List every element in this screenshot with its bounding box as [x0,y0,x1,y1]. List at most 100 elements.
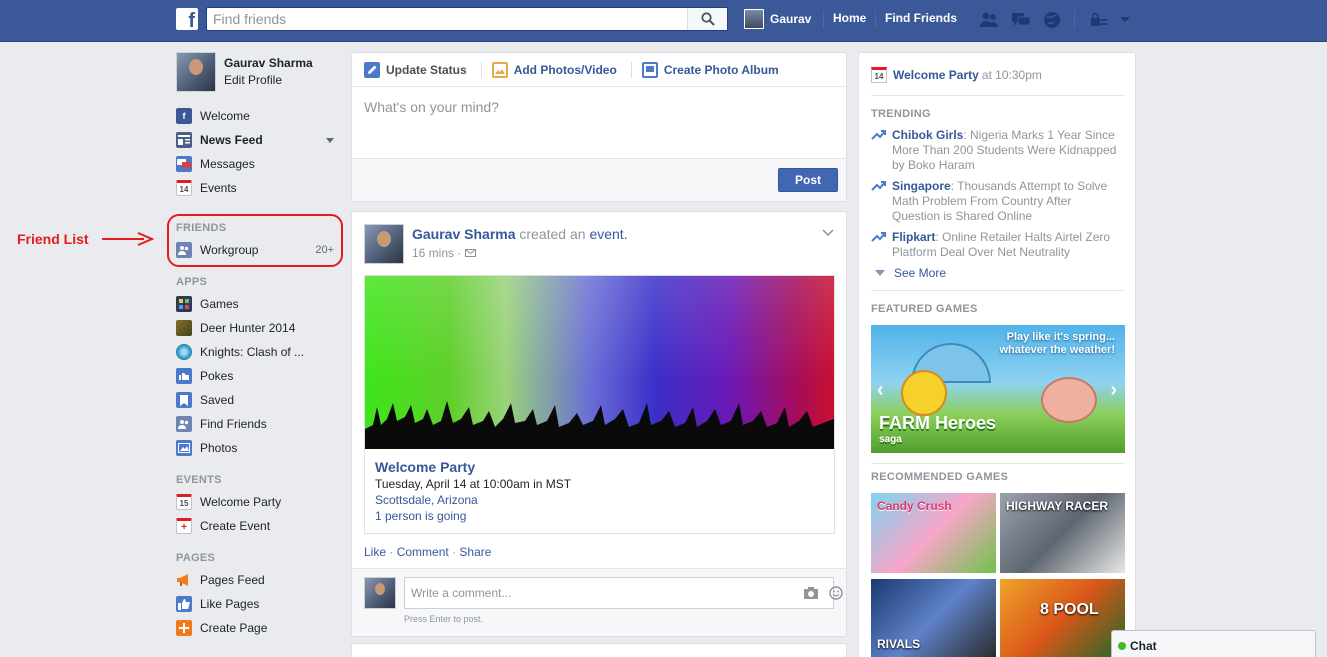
right-column: 14 Welcome Party at 10:30pm TRENDING Chi… [858,52,1136,657]
camera-icon[interactable] [803,586,819,600]
featured-game-banner[interactable]: Play like it's spring... whatever the we… [871,325,1125,453]
nav-item-label: Pages Feed [200,573,265,587]
caret-down-icon[interactable] [326,137,334,143]
divider [871,95,1125,96]
nav-item-create-event[interactable]: + Create Event [176,516,340,536]
news-feed-icon [176,132,192,148]
messages-icon[interactable] [1011,10,1031,30]
commenter-avatar [364,577,396,609]
trending-icon [871,181,886,191]
nav-item-label: Pokes [200,369,234,383]
author-avatar[interactable] [364,224,404,264]
trending-topic[interactable]: Chibok Girls [892,128,963,142]
upcoming-event-name[interactable]: Welcome Party [893,68,979,82]
nav-item-find-friends[interactable]: Find Friends [176,414,340,434]
facebook-icon: f [176,108,192,124]
chevron-down-icon[interactable] [1115,10,1135,30]
emoji-icon[interactable] [829,586,843,600]
profile-picture[interactable] [176,52,216,92]
event-location-link[interactable]: Scottsdale, Arizona [375,493,824,507]
story-timestamp[interactable]: 16 mins · [412,246,628,260]
nav-item-label: Welcome Party [200,495,282,509]
nav-item-like-pages[interactable]: Like Pages [176,594,340,614]
comment-box [404,577,843,609]
trending-topic[interactable]: Flipkart [892,230,935,244]
nav-item-pokes[interactable]: Pokes [176,366,340,386]
like-link[interactable]: Like [364,545,386,559]
see-more-link[interactable]: See More [871,266,946,280]
separator-dot: · [452,545,457,559]
nav-item-events[interactable]: 14 Events [176,178,340,198]
comment-input[interactable] [405,578,765,608]
search-icon [700,12,715,26]
comment-area: Press Enter to post. [352,568,846,636]
chat-bar[interactable]: Chat [1111,630,1316,657]
game-tile-8-ball-pool[interactable]: 8 POOL [1000,579,1125,657]
nav-item-welcome-party[interactable]: 15 Welcome Party [176,492,340,512]
home-link[interactable]: Home [833,11,866,25]
nav-item-knights[interactable]: Knights: Clash of ... [176,342,340,362]
game-tile-candy-crush[interactable]: Candy Crush [871,493,996,573]
trending-item[interactable]: Flipkart: Online Retailer Halts Airtel Z… [871,230,1121,260]
story-options-chevron-icon[interactable] [822,226,834,240]
event-cover-image[interactable] [365,276,834,449]
game-tile-title: HIGHWAY RACER [1006,499,1109,513]
notifications-globe-icon[interactable] [1042,10,1062,30]
nav-item-news-feed[interactable]: News Feed [176,130,340,150]
story-time-text: 16 mins · [412,246,462,260]
game-tile-title: RIVALS [877,637,921,651]
nav-item-games[interactable]: Games [176,294,340,314]
game-tile-rivals[interactable]: RIVALS [871,579,996,657]
trending-item[interactable]: Chibok Girls: Nigeria Marks 1 Year Since… [871,128,1121,173]
pig-character [1041,377,1097,423]
profile-name[interactable]: Gaurav Sharma [224,56,313,70]
chevron-left-icon[interactable]: ‹ [877,379,884,402]
nav-item-messages[interactable]: Messages [176,154,340,174]
nav-item-deer-hunter[interactable]: Deer Hunter 2014 [176,318,340,338]
share-link[interactable]: Share [459,545,491,559]
status-input[interactable]: What's on your mind? [352,87,846,159]
comment-link[interactable]: Comment [397,545,449,559]
annotation-arrow-icon [102,232,154,246]
edit-profile-link[interactable]: Edit Profile [224,73,313,87]
nav-item-create-page[interactable]: Create Page [176,618,340,638]
nav-item-pages-feed[interactable]: Pages Feed [176,570,340,590]
tab-create-photo-album[interactable]: Create Photo Album [641,61,779,78]
game-tile-highway-racer[interactable]: HIGHWAY RACER [1000,493,1125,573]
find-friends-link[interactable]: Find Friends [885,11,957,25]
nav-item-photos[interactable]: Photos [176,438,340,458]
divider [1074,10,1075,28]
story-object-link[interactable]: event. [589,226,627,242]
event-name-link[interactable]: Welcome Party [375,459,824,475]
tab-update-status[interactable]: Update Status [364,61,467,78]
banner-logo-sub: saga [879,434,902,445]
upcoming-event[interactable]: 14 Welcome Party at 10:30pm [871,67,1042,83]
facebook-logo[interactable]: f [176,8,198,30]
event-going-link[interactable]: 1 person is going [375,509,824,523]
author-name[interactable]: Gaurav Sharma [412,226,516,242]
trending-icon [871,232,886,242]
bird-character [901,370,947,416]
search-input[interactable] [207,8,687,30]
privacy-shortcuts-icon[interactable] [1089,10,1109,30]
search-button[interactable] [687,8,727,30]
post-button[interactable]: Post [778,168,838,192]
tab-add-photos-video[interactable]: Add Photos/Video [491,61,617,78]
divider [875,10,876,28]
nav-item-label: Create Event [200,519,271,533]
event-attachment[interactable]: Welcome Party Tuesday, April 14 at 10:00… [364,275,835,534]
nav-item-saved[interactable]: Saved [176,390,340,410]
story-actions: Like · Comment · Share [364,545,491,559]
top-user-link[interactable]: Gaurav [744,9,811,29]
event-date: Tuesday, April 14 at 10:00am in MST [375,477,572,491]
nav-item-welcome[interactable]: f Welcome [176,106,340,126]
nav-item-label: Saved [200,393,235,407]
trending-item[interactable]: Singapore: Thousands Attempt to Solve Ma… [871,179,1121,224]
trending-topic[interactable]: Singapore [892,179,951,193]
friend-requests-icon[interactable] [979,10,999,30]
calendar-icon: 14 [176,180,192,196]
profile-summary[interactable]: Gaurav Sharma Edit Profile [176,52,340,92]
nav-item-label: Create Page [200,621,268,635]
triangle-down-icon [875,270,885,276]
chevron-right-icon[interactable]: › [1110,379,1117,402]
